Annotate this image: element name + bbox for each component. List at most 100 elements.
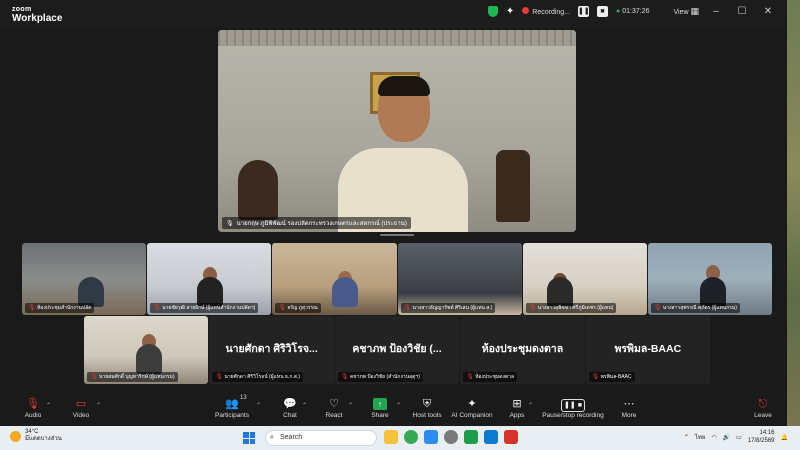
taskbar-search[interactable]: ⌕ Search — [265, 430, 377, 446]
zoom-app-icon[interactable] — [424, 430, 438, 444]
video-button[interactable]: ▭ Video — [68, 396, 94, 419]
file-explorer-icon[interactable] — [384, 430, 398, 444]
leave-button[interactable]: ⎋ Leave — [752, 396, 774, 419]
view-button[interactable]: View ▦ — [673, 6, 699, 17]
ai-sparkle-icon[interactable]: ✦ — [506, 6, 514, 17]
participant-tile[interactable]: ห้องประชุมดงตาล 🎙 ห้องประชุมดงตาล — [460, 316, 585, 384]
participant-caption: 🎙 คชาภพ ป้องวิชัย (สำนักงานอุตุฯ) — [337, 372, 423, 382]
participant-tile[interactable]: 🎙 ห้องประชุมสำนักงานปลัด — [22, 243, 147, 315]
maximize-button[interactable]: ☐ — [733, 6, 751, 17]
participants-label: Participants — [215, 412, 249, 419]
participant-tile[interactable]: คชาภพ ป้องวิชัย (... 🎙 คชาภพ ป้องวิชัย (… — [334, 316, 460, 384]
pause-recording-icon[interactable]: ❚❚ — [578, 6, 590, 17]
host-tools-button[interactable]: ⛨ Host tools — [410, 396, 444, 419]
participant-name: คชาภพ ป้องวิชัย (สำนักงานอุตุฯ) — [349, 374, 420, 380]
share-screen-icon: ↑ — [373, 398, 387, 410]
ai-companion-button[interactable]: ✦ AI Companion — [450, 396, 494, 419]
participants-options-chevron-icon[interactable]: ⌃ — [256, 402, 261, 409]
timer-dot-icon: ● — [616, 8, 621, 15]
participant-caption: 🎙 จรัญ ภูสุวรรณ — [275, 303, 321, 313]
participant-figure — [136, 344, 162, 374]
mic-muted-icon: 🎙 — [591, 374, 600, 380]
share-options-chevron-icon[interactable]: ⌃ — [396, 402, 401, 409]
participant-tile[interactable]: 🎙 นางสาวธัญญารัชต์ ศิริเสน (ผู้แทน ส.) — [397, 243, 522, 315]
participant-display-name: นายศักดา ศิริวิโรจ... — [225, 343, 318, 355]
speaker-name-caption: 🎙 นายกฤษ ภูมิพิพัฒน์ รองปลัดกระทรวงเกษตร… — [222, 217, 411, 229]
audio-options-chevron-icon[interactable]: ⌃ — [46, 402, 51, 409]
clock-time: 14:16 — [759, 430, 775, 436]
apps-options-chevron-icon[interactable]: ⌃ — [528, 402, 533, 409]
react-button[interactable]: ♡ React — [322, 396, 346, 419]
volume-icon[interactable]: 🔊 — [723, 434, 730, 441]
edge-icon[interactable] — [484, 430, 498, 444]
input-language[interactable]: ไทย — [695, 432, 706, 442]
resize-handle[interactable] — [380, 234, 414, 236]
participant-name: นางสาวสุพรรณี ศุภัตร (ผู้แทนกรม) — [662, 305, 737, 311]
weather-widget[interactable]: 34°C มีแดดบางส่วน — [10, 429, 62, 443]
participant-tile[interactable]: 🎙 นายสมศักดิ์ บุญทาริกษ์ (ผู้แทนกรม) — [84, 316, 209, 384]
recording-label: Recording... — [532, 9, 571, 16]
grid-view-icon: ▦ — [690, 6, 699, 16]
clock[interactable]: 14:16 17/8/2569 — [748, 429, 775, 445]
share-button[interactable]: ↑ Share — [368, 396, 392, 419]
participant-tile[interactable]: 🎙 นางสาวสุพิชชา ศรีภูมิเดชร (ผู้แทน) — [522, 243, 647, 315]
search-icon: ⌕ — [270, 434, 274, 441]
participant-caption: 🎙 นางสาวสุพิชชา ศรีภูมิเดชร (ผู้แทน) — [525, 303, 617, 313]
apps-label: Apps — [509, 412, 525, 419]
participant-caption: 🎙 นายชัยวุฒิ สายยักษ์ (ผู้แทนสำนักงานปลั… — [150, 303, 259, 313]
participant-tile[interactable]: 🎙 นายชัยวุฒิ สายยักษ์ (ผู้แทนสำนักงานปลั… — [147, 243, 272, 315]
zoom-logo: zoom Workplace — [12, 5, 63, 24]
windows-taskbar: 34°C มีแดดบางส่วน ⌕ Search ⌃ ไทย ◠ 🔊 ▭ 1… — [0, 426, 800, 450]
settings-icon[interactable] — [444, 430, 458, 444]
leave-icon: ⎋ — [758, 398, 768, 410]
system-tray: ⌃ ไทย ◠ 🔊 ▭ 14:16 17/8/2569 🔔 — [684, 429, 788, 445]
line-app-icon[interactable] — [464, 430, 478, 444]
pdf-reader-icon[interactable] — [504, 430, 518, 444]
close-button[interactable]: ✕ — [759, 6, 777, 17]
chat-button[interactable]: 💬 Chat — [278, 396, 302, 419]
garuda-statue — [238, 160, 278, 220]
participant-tile[interactable]: 🎙 จรัญ ภูสุวรรณ — [272, 243, 397, 315]
audio-button[interactable]: 🎙 Audio — [20, 396, 46, 419]
mic-muted-icon: 🎙 — [90, 374, 98, 380]
participant-caption: 🎙 นางสาวสุพรรณี ศุภัตร (ผู้แทนกรม) — [650, 303, 740, 313]
participant-name: นายชัยวุฒิ สายยักษ์ (ผู้แทนสำนักงานปลัดฯ… — [162, 305, 256, 311]
participant-caption: 🎙 พรพิมล-BAAC — [588, 372, 635, 382]
logo-bottom-text: Workplace — [12, 13, 63, 24]
participant-caption: 🎙 นายศักดา ศิริวิโรจน์ (ผู้แทน ธ.ก.ส.) — [212, 372, 303, 382]
recording-indicator[interactable]: Recording... — [522, 7, 570, 16]
active-speaker-video[interactable]: 🎙 นายกฤษ ภูมิพิพัฒน์ รองปลัดกระทรวงเกษตร… — [218, 30, 576, 232]
mic-muted-icon: 🎙 — [28, 305, 36, 311]
react-options-chevron-icon[interactable]: ⌃ — [348, 402, 353, 409]
start-button[interactable] — [243, 432, 255, 444]
apps-button[interactable]: ⊞ Apps — [506, 396, 528, 419]
more-button[interactable]: ⋯ More — [618, 396, 640, 419]
notification-icon[interactable]: 🔔 — [781, 434, 788, 441]
video-options-chevron-icon[interactable]: ⌃ — [96, 402, 101, 409]
stop-recording-icon[interactable]: ■ — [597, 6, 609, 17]
participant-figure — [332, 277, 359, 307]
zoom-window: zoom Workplace ✦ Recording... ❚❚ ■ ● 01:… — [0, 0, 800, 426]
title-bar-right: ✦ Recording... ❚❚ ■ ● 01:37:26 View ▦ – … — [487, 6, 777, 17]
participant-tile[interactable]: 🎙 นางสาวสุพรรณี ศุภัตร (ผู้แทนกรม) — [647, 243, 773, 315]
chrome-icon[interactable] — [404, 430, 418, 444]
participant-tile[interactable]: พรพิมล-BAAC 🎙 พรพิมล-BAAC — [585, 316, 711, 384]
wifi-icon[interactable]: ◠ — [711, 434, 716, 441]
participant-name: ห้องประชุมสำนักงานปลัด — [37, 305, 92, 311]
meeting-timer: ● 01:37:26 — [616, 8, 649, 15]
react-label: React — [325, 412, 343, 419]
mic-on-icon: 🎙 — [226, 220, 234, 227]
mic-muted-icon: 🎙 — [153, 305, 161, 311]
chat-options-chevron-icon[interactable]: ⌃ — [302, 402, 307, 409]
search-label: Search — [280, 434, 303, 441]
encryption-shield-icon[interactable] — [487, 6, 498, 17]
minimize-button[interactable]: – — [707, 6, 725, 17]
mic-muted-icon: 🎙 — [403, 305, 412, 311]
pause-stop-recording-button[interactable]: ❚❚ ■ Pause/stop recording — [540, 396, 606, 419]
shield-icon: ⛨ — [422, 398, 432, 410]
tray-chevron-icon[interactable]: ⌃ — [684, 434, 689, 441]
participant-tile[interactable]: นายศักดา ศิริวิโรจ... 🎙 นายศักดา ศิริวิโ… — [209, 316, 334, 384]
battery-icon[interactable]: ▭ — [736, 434, 742, 441]
window-blinds — [218, 30, 576, 46]
gallery-row-2: 🎙 นายสมศักดิ์ บุญทาริกษ์ (ผู้แทนกรม) นาย… — [84, 316, 711, 384]
